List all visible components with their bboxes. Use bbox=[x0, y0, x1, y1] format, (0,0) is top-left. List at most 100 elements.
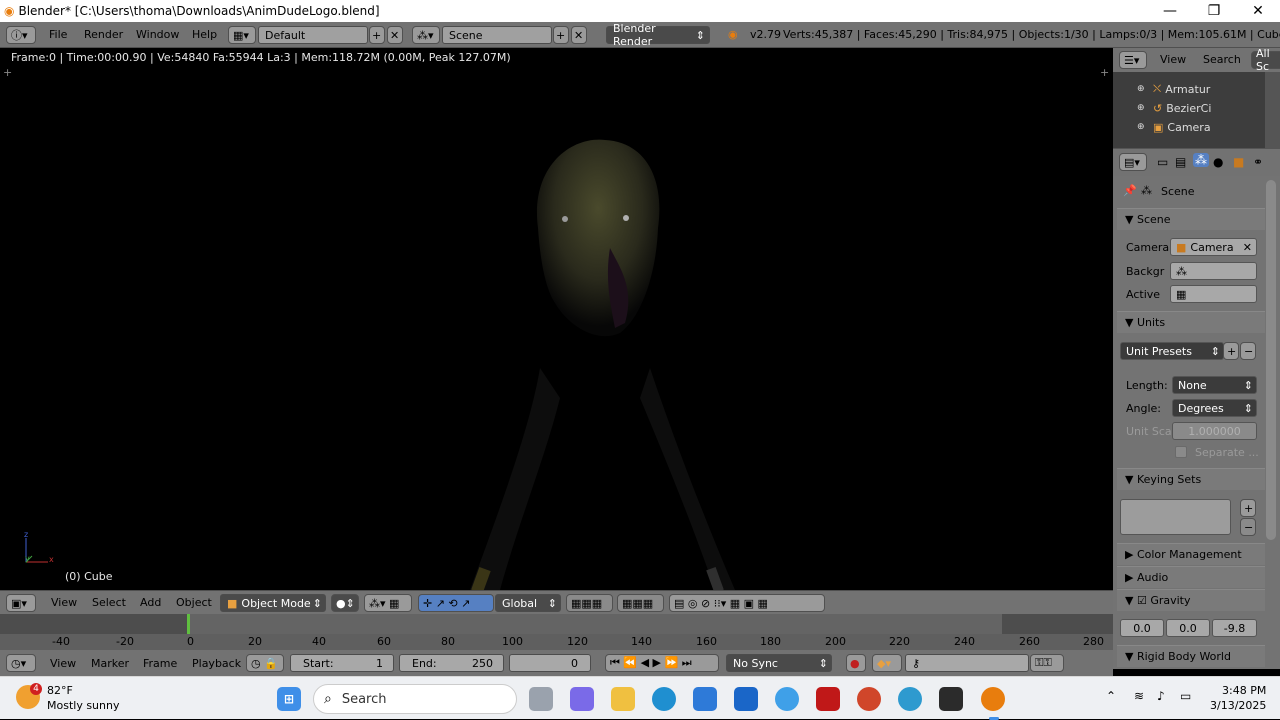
current-frame-indicator[interactable] bbox=[187, 614, 190, 634]
audio-panel-header[interactable]: ▶ Audio bbox=[1117, 566, 1265, 588]
tl-menu-frame[interactable]: Frame bbox=[143, 657, 177, 670]
tips-app-icon[interactable] bbox=[775, 687, 799, 711]
playback-controls[interactable]: ⏮ ⏪ ◀ ▶ ⏩ ⏭ bbox=[605, 654, 719, 672]
close-icon[interactable]: ✕ bbox=[1243, 241, 1252, 254]
scene-name-field[interactable]: Scene bbox=[442, 26, 552, 44]
outliner-display-mode[interactable]: All Sc bbox=[1251, 47, 1280, 73]
scene-panel-header[interactable]: ▼ Scene bbox=[1117, 208, 1265, 230]
layout-name-field[interactable]: Default bbox=[258, 26, 368, 44]
manipulator-buttons[interactable]: ✛ ↗ ⟲ ↗ bbox=[418, 594, 494, 612]
keying-sets-list[interactable] bbox=[1120, 499, 1231, 535]
clock-time[interactable]: 3:48 PM bbox=[1222, 684, 1266, 697]
vp-menu-object[interactable]: Object bbox=[176, 596, 212, 609]
vp-menu-select[interactable]: Select bbox=[92, 596, 126, 609]
rigid-body-panel-header[interactable]: ▼ Rigid Body World bbox=[1117, 645, 1265, 667]
outliner-item[interactable]: ⊕ ↺ BezierCi bbox=[1137, 99, 1263, 117]
weather-description[interactable]: Mostly sunny bbox=[47, 699, 119, 712]
add-preset-button[interactable]: + bbox=[1223, 342, 1239, 360]
gravity-x-field[interactable]: 0.0 bbox=[1120, 619, 1164, 637]
snap-render-buttons[interactable]: ▤ ◎ ⊘ ⁝⁝▾ ▦ ▣ ▦ bbox=[669, 594, 825, 612]
close-button[interactable]: ✕ bbox=[1236, 0, 1280, 22]
length-unit-dropdown[interactable]: None ⇕ bbox=[1172, 376, 1257, 394]
tl-menu-playback[interactable]: Playback bbox=[192, 657, 241, 670]
transform-orientation-dropdown[interactable]: Global ⇕ bbox=[495, 594, 561, 612]
angle-unit-dropdown[interactable]: Degrees ⇕ bbox=[1172, 399, 1257, 417]
copilot-icon[interactable] bbox=[570, 687, 594, 711]
active-clip-field[interactable]: ▦ bbox=[1170, 285, 1257, 303]
remove-keying-set-button[interactable]: − bbox=[1240, 518, 1256, 536]
units-panel-header[interactable]: ▼ Units bbox=[1117, 311, 1265, 333]
render-engine-dropdown[interactable]: Blender Render ⇕ bbox=[606, 22, 710, 48]
battery-icon[interactable]: ▭ bbox=[1180, 689, 1191, 703]
editor-type-3dview-button[interactable]: ▣▾ bbox=[6, 594, 36, 612]
add-keying-set-button[interactable]: + bbox=[1240, 499, 1256, 517]
blender-taskbar-icon[interactable] bbox=[981, 687, 1005, 711]
outliner-scrollbar[interactable] bbox=[1265, 72, 1280, 148]
layers-tab-icon[interactable]: ▤ bbox=[1175, 155, 1186, 169]
remove-scene-button[interactable]: ✕ bbox=[571, 26, 587, 44]
tl-menu-marker[interactable]: Marker bbox=[91, 657, 129, 670]
timeline-area[interactable]: -40 -20 0 20 40 60 80 100 120 140 160 18… bbox=[0, 614, 1113, 650]
terminal-icon[interactable] bbox=[939, 687, 963, 711]
gravity-panel-header[interactable]: ▼ ☑ Gravity bbox=[1117, 589, 1265, 611]
end-frame-field[interactable]: End: 250 bbox=[399, 654, 504, 672]
editor-type-info-button[interactable]: ⓘ▾ bbox=[6, 26, 36, 44]
editor-type-outliner-button[interactable]: ☰▾ bbox=[1119, 51, 1147, 69]
unit-presets-dropdown[interactable]: Unit Presets ⇕ bbox=[1120, 342, 1224, 360]
minimize-button[interactable]: — bbox=[1148, 0, 1192, 22]
taskbar-search-box[interactable]: ⌕ Search bbox=[313, 684, 517, 714]
object-tab-icon[interactable]: ■ bbox=[1233, 155, 1244, 169]
layer-buttons-2[interactable]: ▦▦▦ bbox=[617, 594, 664, 612]
layer-buttons-1[interactable]: ▦▦▦ bbox=[566, 594, 613, 612]
menu-window[interactable]: Window bbox=[136, 28, 179, 41]
render-tab-icon[interactable]: ▭ bbox=[1157, 155, 1168, 169]
insert-delete-keyframe-buttons[interactable]: ⚿⚿ bbox=[1030, 654, 1064, 672]
add-scene-button[interactable]: + bbox=[553, 26, 569, 44]
vp-menu-add[interactable]: Add bbox=[140, 596, 161, 609]
powerpoint-icon[interactable] bbox=[857, 687, 881, 711]
background-scene-field[interactable]: ⁂ bbox=[1170, 262, 1257, 280]
task-view-icon[interactable] bbox=[529, 687, 553, 711]
remove-preset-button[interactable]: − bbox=[1240, 342, 1256, 360]
screen-layout-button[interactable]: ▦▾ bbox=[228, 26, 256, 44]
sync-mode-dropdown[interactable]: No Sync ⇕ bbox=[726, 654, 832, 672]
keyframe-type-button[interactable]: ◆▾ bbox=[872, 654, 902, 672]
pin-icon[interactable]: 📌 bbox=[1123, 184, 1137, 197]
volume-icon[interactable]: ♪ bbox=[1157, 689, 1165, 703]
record-button[interactable]: ● bbox=[846, 654, 866, 672]
gravity-checkbox-icon[interactable]: ☑ bbox=[1137, 594, 1150, 607]
scene-selector-button[interactable]: ⁂▾ bbox=[412, 26, 440, 44]
menu-file[interactable]: File bbox=[49, 28, 67, 41]
color-management-panel-header[interactable]: ▶ Color Management bbox=[1117, 543, 1265, 565]
start-frame-field[interactable]: Start: 1 bbox=[290, 654, 394, 672]
clock-date[interactable]: 3/13/2025 bbox=[1210, 699, 1266, 712]
gravity-y-field[interactable]: 0.0 bbox=[1166, 619, 1210, 637]
viewport-shading-button[interactable]: ●⇕ bbox=[331, 594, 359, 612]
scene-tab-icon[interactable]: ⁂ bbox=[1193, 153, 1209, 167]
vp-menu-view[interactable]: View bbox=[51, 596, 77, 609]
outliner-item[interactable]: ⊕ ▣ Camera bbox=[1137, 118, 1263, 136]
pivot-snap-buttons[interactable]: ⁂▾ ▦ bbox=[364, 594, 412, 612]
current-frame-field[interactable]: 0 bbox=[509, 654, 591, 672]
outliner-item[interactable]: ⊕ ⛌ Armatur bbox=[1137, 80, 1263, 98]
keying-set-field[interactable]: ⚷ bbox=[905, 654, 1029, 672]
edge-browser-icon[interactable] bbox=[652, 687, 676, 711]
mcafee-icon[interactable] bbox=[816, 687, 840, 711]
properties-scrollbar[interactable] bbox=[1266, 180, 1276, 540]
constraints-tab-icon[interactable]: ⚭ bbox=[1253, 155, 1263, 169]
microsoft-store-icon[interactable] bbox=[693, 687, 717, 711]
menu-help[interactable]: Help bbox=[192, 28, 217, 41]
keying-sets-panel-header[interactable]: ▼ Keying Sets bbox=[1117, 468, 1265, 490]
wifi-icon[interactable]: ≋ bbox=[1134, 689, 1144, 703]
world-tab-icon[interactable]: ● bbox=[1213, 155, 1223, 169]
menu-render[interactable]: Render bbox=[84, 28, 123, 41]
weather-temp[interactable]: 82°F bbox=[47, 684, 73, 697]
add-layout-button[interactable]: + bbox=[369, 26, 385, 44]
maximize-button[interactable]: ❐ bbox=[1192, 0, 1236, 22]
start-windows-icon[interactable]: ⊞ bbox=[277, 687, 301, 711]
globe-app-icon[interactable] bbox=[898, 687, 922, 711]
editor-type-properties-button[interactable]: ▤▾ bbox=[1119, 153, 1147, 171]
outliner-menu-search[interactable]: Search bbox=[1203, 53, 1241, 66]
scene-camera-field[interactable]: ■ Camera ✕ bbox=[1170, 238, 1257, 256]
mybp-app-icon[interactable] bbox=[734, 687, 758, 711]
